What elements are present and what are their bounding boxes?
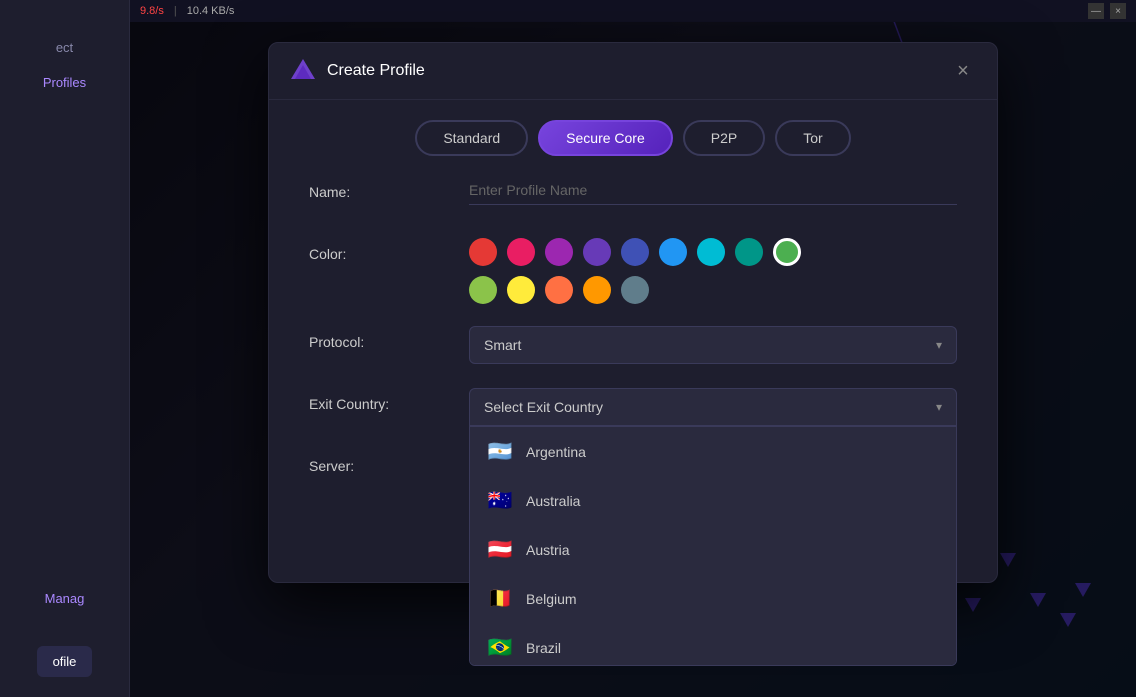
tab-row: Standard Secure Core P2P Tor — [269, 100, 997, 166]
country-item-australia[interactable]: 🇦🇺 Australia — [470, 476, 956, 525]
tab-p2p[interactable]: P2P — [683, 120, 765, 156]
name-input[interactable] — [469, 176, 957, 205]
country-flag: 🇧🇪 — [486, 586, 514, 611]
country-name: Austria — [526, 542, 570, 558]
window-controls: — × — [1088, 3, 1126, 19]
speed-separator: | — [174, 5, 177, 17]
sidebar-manage[interactable]: Manag — [45, 591, 85, 606]
create-profile-dialog: Create Profile × Standard Secure Core P2… — [268, 42, 998, 583]
country-list: 🇦🇷 Argentina 🇦🇺 Australia 🇦🇹 Austria 🇧🇪 Belgium… — [469, 426, 957, 666]
protonvpn-logo — [289, 57, 317, 85]
color-palette — [469, 238, 809, 304]
name-control — [469, 176, 957, 205]
chevron-down-icon: ▾ — [936, 400, 942, 414]
topbar: 9.8/s | 10.4 KB/s — × — [130, 0, 1136, 22]
color-dot-3[interactable] — [583, 238, 611, 266]
color-dot-8[interactable] — [773, 238, 801, 266]
exit-country-row: Exit Country: Select Exit Country ▾ 🇦🇷Ar… — [309, 388, 957, 428]
color-dot-11[interactable] — [545, 276, 573, 304]
server-label: Server: — [309, 450, 469, 474]
country-item-belgium[interactable]: 🇧🇪 Belgium — [470, 574, 956, 623]
color-dot-12[interactable] — [583, 276, 611, 304]
download-speed: 9.8/s — [140, 5, 164, 17]
color-dot-7[interactable] — [735, 238, 763, 266]
minimize-button[interactable]: — — [1088, 3, 1104, 19]
protocol-row: Protocol: Smart ▾ — [309, 326, 957, 366]
country-name: Brazil — [526, 640, 561, 656]
exit-country-placeholder: Select Exit Country — [484, 399, 603, 415]
country-flag: 🇦🇺 — [486, 488, 514, 513]
exit-country-dropdown[interactable]: Select Exit Country ▾ — [469, 388, 957, 426]
color-label: Color: — [309, 238, 469, 262]
color-row: Color: — [309, 238, 957, 304]
sidebar-profile-button[interactable]: ofile — [37, 646, 93, 677]
upload-speed: 10.4 KB/s — [187, 5, 235, 17]
color-dot-0[interactable] — [469, 238, 497, 266]
chevron-down-icon: ▾ — [936, 338, 942, 352]
color-dot-1[interactable] — [507, 238, 535, 266]
color-dot-2[interactable] — [545, 238, 573, 266]
color-dot-13[interactable] — [621, 276, 649, 304]
country-name: Belgium — [526, 591, 577, 607]
form-body: Name: Color: Protocol: Smart ▾ — [269, 166, 997, 510]
color-dot-6[interactable] — [697, 238, 725, 266]
modal-overlay: Create Profile × Standard Secure Core P2… — [130, 22, 1136, 697]
dialog-title: Create Profile — [327, 62, 939, 80]
exit-country-label: Exit Country: — [309, 388, 469, 412]
dialog-close-button[interactable]: × — [949, 57, 977, 85]
close-button[interactable]: × — [1110, 3, 1126, 19]
name-label: Name: — [309, 176, 469, 200]
tab-standard[interactable]: Standard — [415, 120, 528, 156]
country-flag: 🇦🇹 — [486, 537, 514, 562]
country-flag: 🇧🇷 — [486, 635, 514, 660]
country-item-brazil[interactable]: 🇧🇷 Brazil — [470, 623, 956, 666]
color-dot-5[interactable] — [659, 238, 687, 266]
tab-secure-core[interactable]: Secure Core — [538, 120, 673, 156]
protocol-dropdown[interactable]: Smart ▾ — [469, 326, 957, 364]
color-dot-10[interactable] — [507, 276, 535, 304]
color-control — [469, 238, 957, 304]
country-item-austria[interactable]: 🇦🇹 Austria — [470, 525, 956, 574]
exit-country-wrapper: Select Exit Country ▾ 🇦🇷Argentina🇦🇺Austr… — [469, 388, 957, 426]
dialog-header: Create Profile × — [269, 43, 997, 100]
protocol-label: Protocol: — [309, 326, 469, 350]
country-item-argentina[interactable]: 🇦🇷 Argentina — [470, 427, 956, 476]
country-flag: 🇦🇷 — [486, 439, 514, 464]
tab-tor[interactable]: Tor — [775, 120, 850, 156]
color-dot-4[interactable] — [621, 238, 649, 266]
sidebar-item-profiles[interactable]: Profiles — [43, 75, 86, 90]
country-name: Australia — [526, 493, 580, 509]
country-name: Argentina — [526, 444, 586, 460]
protocol-control: Smart ▾ — [469, 326, 957, 364]
sidebar: ect Profiles Manag ofile — [0, 0, 130, 697]
sidebar-item-connect[interactable]: ect — [56, 40, 73, 55]
protocol-value: Smart — [484, 337, 521, 353]
color-dot-9[interactable] — [469, 276, 497, 304]
name-row: Name: — [309, 176, 957, 216]
